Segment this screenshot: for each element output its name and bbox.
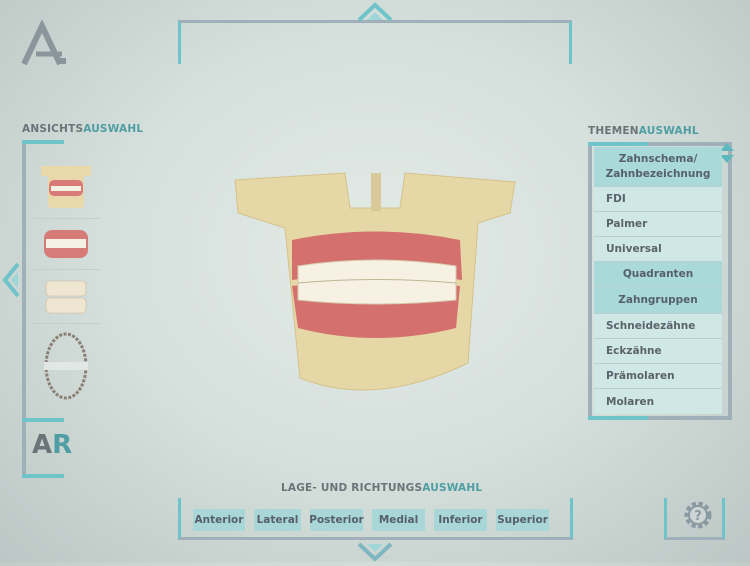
topic-molaren[interactable]: Molaren: [594, 389, 722, 414]
top-frame: [178, 20, 572, 64]
view-panel-frame: [22, 140, 26, 478]
topic-fdi[interactable]: FDI: [594, 187, 722, 212]
thumbnail-dentition[interactable]: [32, 219, 100, 270]
frame-accent: [588, 142, 648, 146]
direction-buttons: Anterior Lateral Posterior Medial Inferi…: [193, 509, 549, 531]
app-logo: [20, 18, 68, 68]
thumbnail-teeth[interactable]: [32, 270, 100, 324]
topic-zahngruppen[interactable]: Zahngruppen: [594, 287, 722, 314]
topic-schneidezaehne[interactable]: Schneidezähne: [594, 314, 722, 339]
nav-up-arrow[interactable]: [357, 2, 393, 26]
help-gear-icon: ?: [684, 501, 712, 529]
svg-text:?: ?: [694, 509, 702, 524]
topic-palmer[interactable]: Palmer: [594, 212, 722, 237]
nav-down-arrow[interactable]: [357, 542, 393, 566]
topic-zahnschema[interactable]: Zahnschema/ Zahnbezeichnung: [594, 147, 722, 187]
topic-praemolaren[interactable]: Prämolaren: [594, 364, 722, 389]
topics-list: Zahnschema/ Zahnbezeichnung FDI Palmer U…: [594, 147, 722, 414]
ar-button[interactable]: AR: [32, 430, 72, 460]
direction-title: LAGE- UND RICHTUNGSAUSWAHL: [281, 482, 483, 494]
topics-title: THEMENAUSWAHL: [588, 125, 699, 137]
direction-posterior[interactable]: Posterior: [309, 509, 364, 531]
topic-eckzaehne[interactable]: Eckzähne: [594, 339, 722, 364]
help-button[interactable]: ?: [664, 498, 725, 540]
direction-superior[interactable]: Superior: [496, 509, 549, 531]
nav-left-arrow[interactable]: [2, 262, 20, 302]
frame-accent: [22, 418, 64, 422]
thumbnail-full-model[interactable]: [32, 155, 100, 219]
topic-universal[interactable]: Universal: [594, 237, 722, 262]
view-selection-title: ANSICHTSAUSWAHL: [22, 123, 144, 135]
topic-quadranten[interactable]: Quadranten: [594, 262, 722, 287]
frame-accent: [22, 140, 64, 144]
direction-anterior[interactable]: Anterior: [193, 509, 245, 531]
dental-model-3d[interactable]: [230, 168, 520, 404]
direction-medial[interactable]: Medial: [372, 509, 425, 531]
direction-lateral[interactable]: Lateral: [254, 509, 301, 531]
thumbnail-occlusal[interactable]: [32, 324, 100, 408]
frame-accent: [588, 416, 648, 420]
direction-inferior[interactable]: Inferior: [434, 509, 487, 531]
frame-accent: [22, 474, 64, 478]
